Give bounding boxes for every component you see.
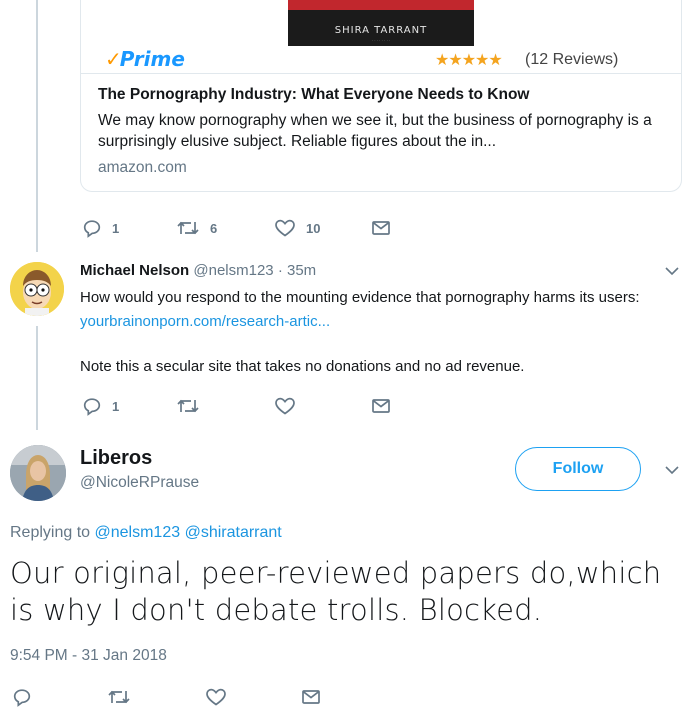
profile-photo-image <box>10 445 66 501</box>
like-button[interactable] <box>274 396 296 416</box>
avatar[interactable] <box>10 262 64 316</box>
card-description: We may know pornography when we see it, … <box>98 112 652 150</box>
envelope-icon <box>302 690 320 704</box>
like-button[interactable] <box>205 687 227 707</box>
envelope-icon <box>372 399 390 413</box>
card-domain: amazon.com <box>98 159 187 176</box>
book-cover-image: SHIRA TARRANT · · · · · · · · <box>288 0 474 46</box>
reply-count: 1 <box>112 398 120 414</box>
heart-icon <box>206 688 226 706</box>
chevron-down-icon[interactable] <box>664 464 680 476</box>
retweet-button[interactable]: 6 <box>176 218 217 238</box>
heart-icon <box>275 397 295 415</box>
tweet-actions-first: 1 6 10 <box>82 218 402 242</box>
reply-button[interactable]: 1 <box>82 396 119 416</box>
reply-icon <box>13 689 31 707</box>
retweet-icon <box>177 399 199 413</box>
envelope-icon <box>372 221 390 235</box>
reply-icon <box>83 398 101 416</box>
card-divider <box>81 73 681 74</box>
mention-link[interactable]: @shiratarrant <box>185 524 282 541</box>
tweet-actions-main <box>12 687 332 711</box>
book-author: SHIRA TARRANT <box>334 25 428 36</box>
message-button[interactable] <box>371 218 391 238</box>
retweet-icon <box>177 221 199 235</box>
like-button[interactable]: 10 <box>274 218 320 238</box>
cartoon-avatar-image <box>10 262 64 316</box>
retweet-button[interactable] <box>107 687 131 707</box>
tweet-actions-reply: 1 <box>82 396 402 420</box>
rating-stars: ★★★★★ <box>435 52 503 69</box>
message-button[interactable] <box>301 687 321 707</box>
retweet-button[interactable] <box>176 396 200 416</box>
user-name[interactable]: Michael Nelson <box>80 262 189 279</box>
review-count: (12 Reviews) <box>525 51 619 68</box>
chevron-down-icon[interactable] <box>664 265 680 277</box>
reply-button[interactable] <box>12 687 32 707</box>
user-name[interactable]: Liberos <box>80 447 152 470</box>
like-count: 10 <box>306 220 321 236</box>
tweet-link[interactable]: yourbrainonporn.com/research-artic... <box>80 313 330 330</box>
reply-icon <box>83 220 101 238</box>
heart-icon <box>275 219 295 237</box>
reply-button[interactable]: 1 <box>82 218 119 238</box>
user-handle[interactable]: @NicoleRPrause <box>80 474 199 492</box>
avatar[interactable] <box>10 445 66 501</box>
tweet-time[interactable]: · 35m <box>278 262 316 279</box>
user-handle[interactable]: @nelsm123 <box>193 262 273 279</box>
mention-link[interactable]: @nelsm123 <box>95 524 181 541</box>
replying-to: Replying to @nelsm123 @shiratarrant <box>10 524 282 541</box>
card-title: The Pornography Industry: What Everyone … <box>98 86 530 103</box>
retweet-count: 6 <box>210 220 218 236</box>
follow-button[interactable]: Follow <box>515 447 641 491</box>
prime-logo: ✓Prime <box>105 47 185 71</box>
thread-line-bottom <box>36 326 38 430</box>
message-button[interactable] <box>371 396 391 416</box>
reply-tweet-header: Michael Nelson @nelsm123 · 35m <box>80 262 316 279</box>
retweet-icon <box>108 690 130 704</box>
tweet-text: Our original, peer-reviewed papers do,wh… <box>10 556 662 627</box>
reply-tweet-text: How would you respond to the mounting ev… <box>80 289 640 330</box>
reply-count: 1 <box>112 220 120 236</box>
thread-line-top <box>36 0 38 252</box>
link-preview-card[interactable]: SHIRA TARRANT · · · · · · · · ✓Prime ★★★… <box>80 0 682 192</box>
tweet-timestamp[interactable]: 9:54 PM - 31 Jan 2018 <box>10 647 167 665</box>
reply-tweet-note: Note this a secular site that takes no d… <box>80 358 525 375</box>
